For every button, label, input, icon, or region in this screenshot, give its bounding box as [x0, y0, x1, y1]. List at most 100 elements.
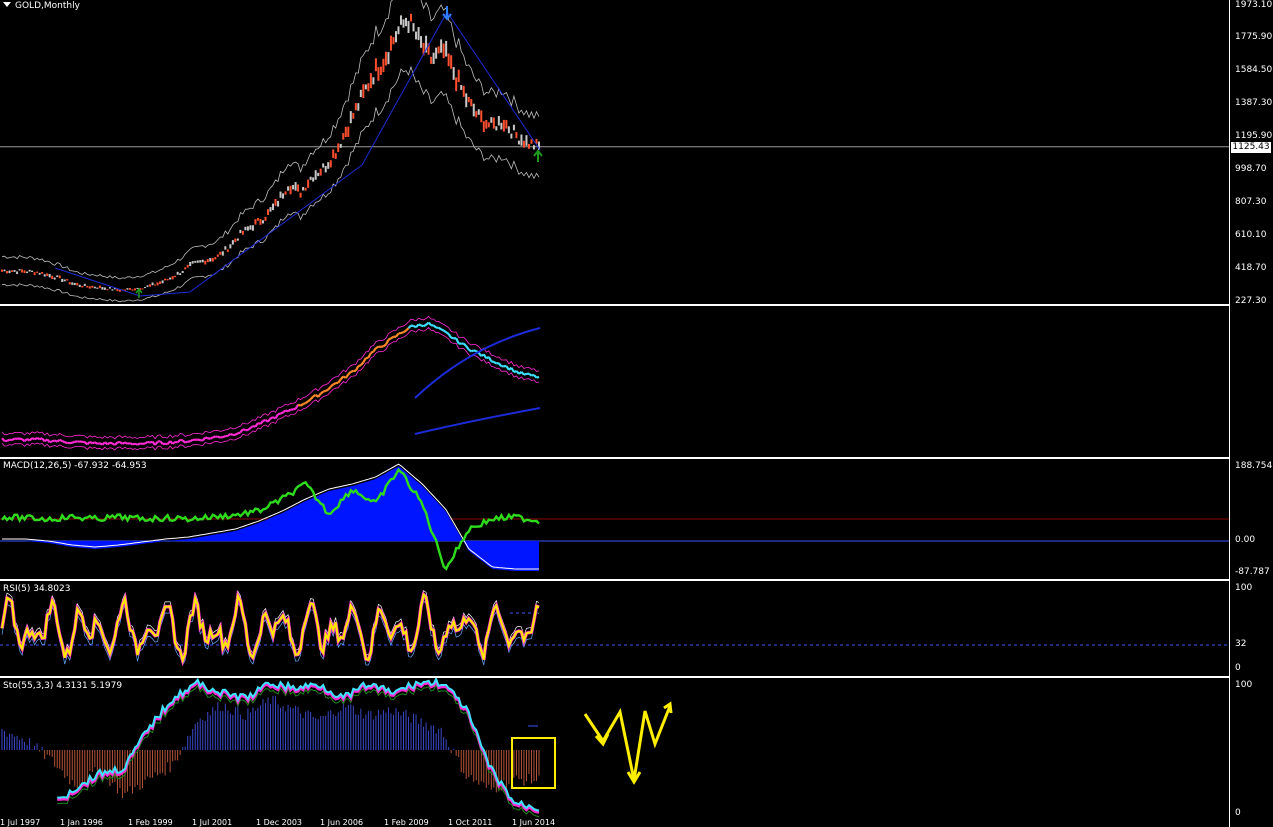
indicator-segment	[410, 324, 414, 328]
candle	[58, 275, 61, 279]
candle	[61, 278, 64, 282]
dropdown-triangle-icon[interactable]	[3, 2, 11, 7]
indicator-segment	[317, 393, 322, 398]
macd-pane[interactable]: MACD(12,26,5) -67.932 -64.953	[0, 459, 1229, 579]
indicator-segment	[477, 352, 483, 357]
candle	[184, 267, 187, 270]
candle	[48, 273, 51, 278]
candle	[211, 257, 214, 262]
candle	[33, 272, 36, 276]
candle	[103, 287, 106, 290]
indicator-segment	[395, 332, 400, 338]
candle	[241, 230, 244, 235]
candle	[194, 260, 197, 263]
candle	[11, 270, 14, 272]
price-pane[interactable]: GOLD,Monthly	[0, 0, 1229, 304]
indicator-segment	[237, 431, 241, 435]
candle	[362, 84, 365, 98]
candle	[294, 182, 297, 191]
candle	[394, 31, 397, 43]
current-price-label: 1125.43	[1231, 142, 1271, 153]
indicator-segment	[358, 364, 362, 368]
candle	[133, 288, 136, 291]
candle	[186, 264, 189, 268]
candle	[309, 176, 312, 180]
indicator-segment	[117, 440, 121, 444]
indicator-segment	[247, 427, 252, 431]
candle	[397, 26, 400, 35]
indicator-segment	[299, 403, 304, 407]
indicator-segment	[36, 436, 41, 441]
x-label: 1 Jun 2014	[512, 818, 556, 827]
candle	[261, 220, 264, 224]
price-title: GOLD,Monthly	[3, 1, 80, 11]
candle	[319, 168, 322, 176]
candle	[372, 77, 375, 85]
candle	[128, 287, 131, 290]
candle	[106, 289, 109, 291]
indicator-segment	[217, 435, 221, 439]
indicator-segment	[169, 440, 174, 445]
candle	[38, 272, 41, 275]
candle	[475, 111, 478, 118]
upper-trend-curve	[414, 327, 541, 399]
rsi-pane[interactable]: RSI(5) 34.8023	[0, 581, 1229, 676]
price-tick: 1973.10	[1235, 0, 1273, 10]
candle	[204, 260, 207, 265]
candle	[460, 84, 463, 90]
candle	[181, 270, 184, 274]
rsi-title: RSI(5) 34.8023	[3, 584, 71, 594]
candle	[8, 270, 11, 274]
candle	[176, 271, 179, 275]
indicator-segment	[362, 357, 367, 363]
indicator-segment	[127, 441, 131, 445]
candle	[527, 144, 530, 149]
candle	[289, 185, 292, 195]
x-label: 1 Jul 2001	[192, 818, 233, 827]
candle	[497, 115, 500, 126]
indicator-segment	[294, 404, 300, 410]
candle	[399, 15, 402, 25]
candle	[487, 122, 490, 128]
indicator-segment	[407, 324, 412, 329]
candle	[324, 166, 327, 173]
candle	[229, 244, 232, 249]
candle	[6, 271, 9, 274]
indicator-segment	[106, 441, 111, 446]
candle	[490, 117, 493, 123]
candle	[357, 103, 360, 111]
candle	[530, 139, 533, 144]
candle	[410, 13, 413, 22]
indicator-segment	[89, 440, 93, 445]
indicator-segment	[184, 440, 189, 444]
candle	[234, 238, 237, 243]
candle	[482, 121, 485, 133]
candle	[344, 126, 347, 138]
candle	[256, 218, 259, 221]
candle	[354, 103, 357, 111]
candle	[512, 124, 515, 131]
indicator-segment	[462, 342, 468, 347]
candle	[525, 135, 528, 146]
rsi-tick: 32	[1235, 639, 1247, 649]
x-label: 1 Dec 2003	[256, 818, 303, 827]
envelope-lower	[1, 326, 540, 451]
indicator-segment	[487, 356, 493, 362]
x-label: 1 Feb 2009	[384, 818, 429, 827]
upper-band	[1, 0, 540, 280]
indicator-segment	[49, 440, 53, 444]
indicator-segment	[1, 437, 6, 442]
candle	[21, 269, 24, 273]
candle	[111, 289, 114, 291]
x-label: 1 Jun 2006	[320, 818, 364, 827]
candle	[384, 51, 387, 66]
price-tick: 227.30	[1235, 296, 1267, 306]
candle	[302, 187, 305, 191]
sto-chart	[1, 678, 673, 818]
indicator-pane[interactable]	[0, 306, 1229, 457]
price-tick: 1387.30	[1235, 98, 1273, 108]
sto-pane[interactable]: Sto(55,3,3) 4.3131 5.1979	[0, 678, 1229, 818]
candle	[467, 96, 470, 103]
candle	[259, 219, 262, 225]
lower-trend-curve	[414, 407, 541, 435]
